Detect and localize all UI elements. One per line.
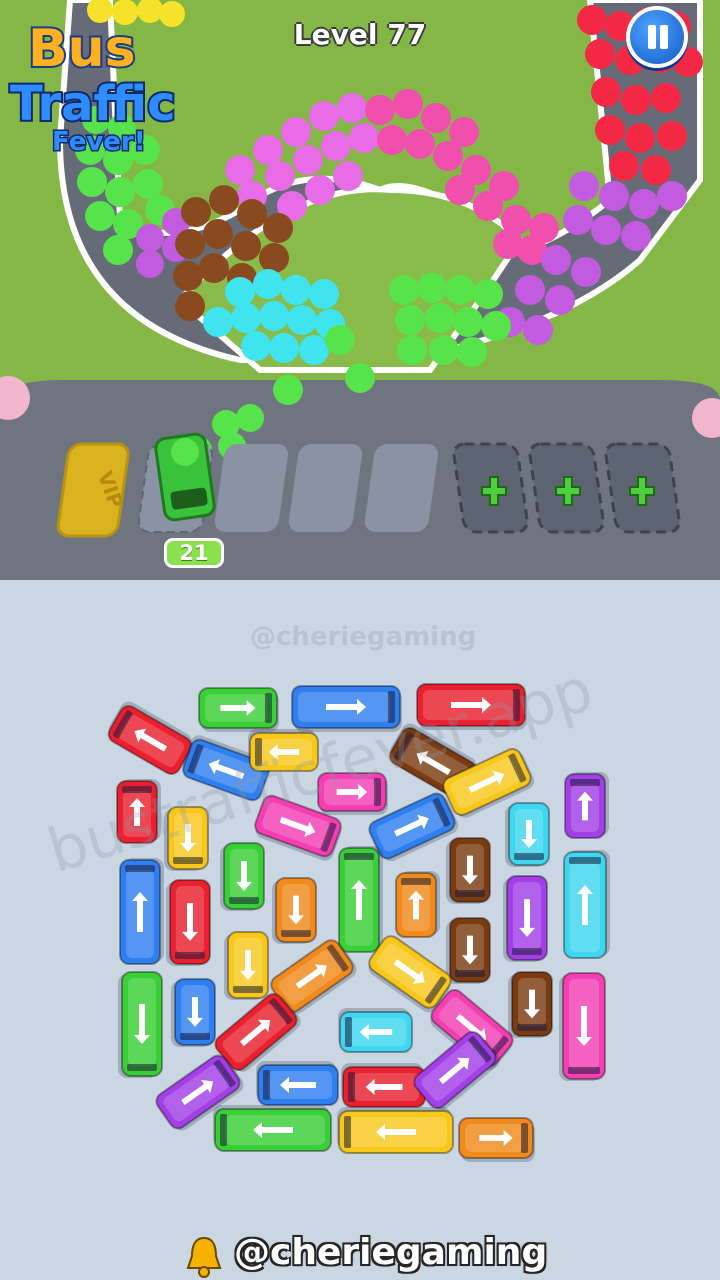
svg-text:Traffic: Traffic — [10, 76, 176, 132]
bus-blue[interactable] — [171, 978, 216, 1047]
bus-orange[interactable] — [272, 877, 317, 944]
bus-brown[interactable] — [446, 917, 491, 984]
footer-handle: @cheriegaming — [234, 1232, 548, 1273]
bus-brown[interactable] — [508, 971, 553, 1038]
bus-brown[interactable] — [446, 837, 491, 904]
bus-pink[interactable] — [559, 972, 606, 1081]
bus-green[interactable] — [213, 1105, 332, 1152]
bus-cyan[interactable] — [505, 802, 550, 867]
bus-red[interactable] — [166, 879, 211, 966]
bus-orange[interactable] — [458, 1117, 535, 1162]
bus-red[interactable] — [341, 1063, 426, 1108]
bus-blue[interactable] — [119, 858, 164, 965]
bus-green[interactable] — [198, 687, 279, 732]
bus-grid[interactable] — [0, 580, 720, 1280]
bus-purple[interactable] — [564, 772, 609, 839]
game-logo: Bus Traffic Fever! — [8, 17, 178, 158]
bus-board[interactable] — [0, 580, 720, 1280]
bus-orange[interactable] — [395, 871, 440, 938]
watermark-handle: @cheriegaming — [250, 622, 477, 652]
bus-green[interactable] — [118, 971, 163, 1078]
bus-cyan[interactable] — [338, 1008, 413, 1053]
bus-green[interactable] — [338, 846, 383, 953]
parked-bus — [154, 432, 216, 522]
bus-yellow[interactable] — [224, 931, 269, 1000]
bus-cyan[interactable] — [563, 850, 610, 959]
level-title: Level 77 — [293, 18, 427, 51]
footer-credit: @cheriegaming — [184, 1232, 564, 1280]
svg-text:Fever!: Fever! — [52, 127, 146, 157]
bus-green[interactable] — [220, 842, 265, 911]
bus-blue[interactable] — [256, 1061, 339, 1106]
bell-icon — [186, 1236, 222, 1278]
svg-text:Bus: Bus — [28, 19, 136, 79]
game-scene: VIP Bus Traffic Fever! Level 77 21 — [0, 0, 720, 580]
passenger-count-badge: 21 — [164, 538, 224, 568]
pause-button[interactable] — [626, 6, 688, 68]
bus-yellow[interactable] — [337, 1107, 454, 1154]
bus-purple[interactable] — [503, 875, 548, 962]
